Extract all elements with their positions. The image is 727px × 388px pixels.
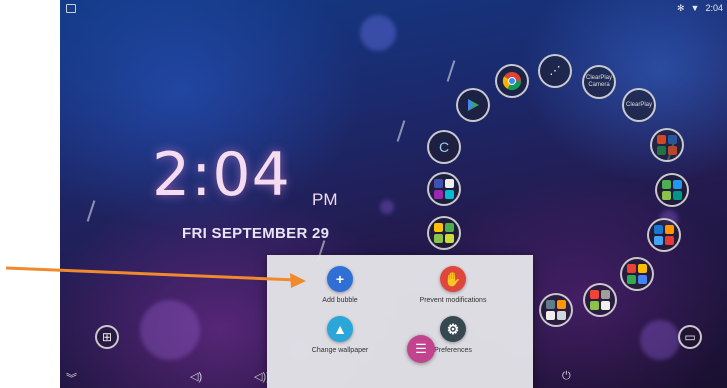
change-wallpaper-item[interactable]: ▲ Change wallpaper bbox=[280, 316, 400, 354]
add-bubble-item[interactable]: + Add bubble bbox=[280, 266, 400, 304]
wallpaper-bokeh bbox=[140, 300, 200, 360]
wallpaper-bokeh bbox=[360, 15, 396, 51]
clock-ampm: PM bbox=[312, 190, 338, 209]
bubble-google-apps-folder[interactable] bbox=[620, 257, 654, 291]
menu-icon: ☰ bbox=[415, 341, 427, 356]
menu-button[interactable]: ▭ bbox=[678, 325, 702, 349]
bubble-help-folder[interactable] bbox=[539, 293, 573, 327]
plus-icon: + bbox=[327, 266, 353, 292]
bubble-misc-folder[interactable] bbox=[427, 172, 461, 206]
status-icons: ✻ ▼ 2:04 bbox=[677, 3, 723, 13]
status-bar: ✻ ▼ 2:04 bbox=[60, 0, 727, 16]
bubble-clearplay-camera[interactable]: ClearPlay Camera bbox=[582, 65, 616, 99]
bubble-play-store[interactable] bbox=[456, 88, 490, 122]
tools-folder-icon bbox=[654, 225, 674, 245]
games-folder-icon bbox=[434, 223, 454, 243]
menu-fab-button[interactable]: ☰ bbox=[407, 335, 435, 363]
bluetooth-icon: ✻ bbox=[677, 3, 685, 13]
device-screen: ✻ ▼ 2:04 2:04 PM FRI SEPTEMBER 29 C ⋰ Cl… bbox=[60, 0, 727, 388]
clock-time[interactable]: 2:04 bbox=[152, 140, 291, 210]
chrome-icon bbox=[502, 72, 521, 91]
bubble-clearplay-camera-label: ClearPlay Camera bbox=[585, 75, 612, 88]
wallpaper-bokeh bbox=[380, 200, 394, 214]
bubble-media-folder[interactable] bbox=[583, 283, 617, 317]
apps-grid-icon: ⊞ bbox=[101, 330, 113, 344]
bubble-clearplay-label: ClearPlay bbox=[625, 101, 652, 108]
stage: ✻ ▼ 2:04 2:04 PM FRI SEPTEMBER 29 C ⋰ Cl… bbox=[0, 0, 727, 388]
wifi-icon: ▼ bbox=[690, 3, 700, 13]
bubble-chrome[interactable] bbox=[495, 64, 529, 98]
bubble-ccleaner[interactable]: C bbox=[427, 130, 461, 164]
media-folder-icon bbox=[590, 290, 610, 310]
menu-icon: ▭ bbox=[684, 330, 696, 344]
settings-icon: ⚙ bbox=[440, 316, 466, 342]
volume-down-icon[interactable]: ◁) bbox=[190, 370, 202, 383]
prevent-modifications-label: Prevent modifications bbox=[419, 297, 487, 304]
play-store-icon bbox=[468, 99, 479, 111]
bubble-apps-folder[interactable] bbox=[655, 173, 689, 207]
wallpaper-bokeh bbox=[640, 320, 680, 360]
wallpaper-streak bbox=[86, 200, 96, 222]
share-nodes-icon: ⋰ bbox=[549, 64, 561, 77]
bubble-games-folder[interactable] bbox=[427, 216, 461, 250]
bubble-clearplay[interactable]: ClearPlay bbox=[622, 88, 656, 122]
apps-grid-button[interactable]: ⊞ bbox=[95, 325, 119, 349]
apps-folder-icon bbox=[662, 180, 682, 200]
bubble-vysor[interactable]: ⋰ bbox=[538, 54, 572, 88]
add-bubble-label: Add bubble bbox=[322, 297, 358, 304]
change-wallpaper-label: Change wallpaper bbox=[311, 347, 369, 354]
bubble-tools-folder[interactable] bbox=[647, 218, 681, 252]
prevent-modifications-item[interactable]: ✋ Prevent modifications bbox=[393, 266, 513, 304]
ccleaner-icon: C bbox=[438, 139, 450, 155]
power-icon[interactable]: ⏻ bbox=[562, 370, 571, 383]
google-apps-folder-icon bbox=[627, 264, 647, 284]
image-icon: ▲ bbox=[327, 316, 353, 342]
chevron-down-icon[interactable]: ︾ bbox=[66, 370, 77, 386]
notification-icon bbox=[66, 4, 76, 13]
status-time: 2:04 bbox=[705, 3, 723, 13]
office-folder-icon bbox=[657, 135, 677, 155]
bubble-office-folder[interactable] bbox=[650, 128, 684, 162]
wallpaper-streak bbox=[396, 120, 406, 142]
bubble-menu-panel: + Add bubble ✋ Prevent modifications ▲ C… bbox=[267, 255, 533, 388]
hand-stop-icon: ✋ bbox=[440, 266, 466, 292]
clock-date: FRI SEPTEMBER 29 bbox=[182, 225, 330, 242]
misc-folder-icon bbox=[434, 179, 454, 199]
wallpaper-streak bbox=[446, 60, 456, 82]
help-folder-icon bbox=[546, 300, 566, 320]
